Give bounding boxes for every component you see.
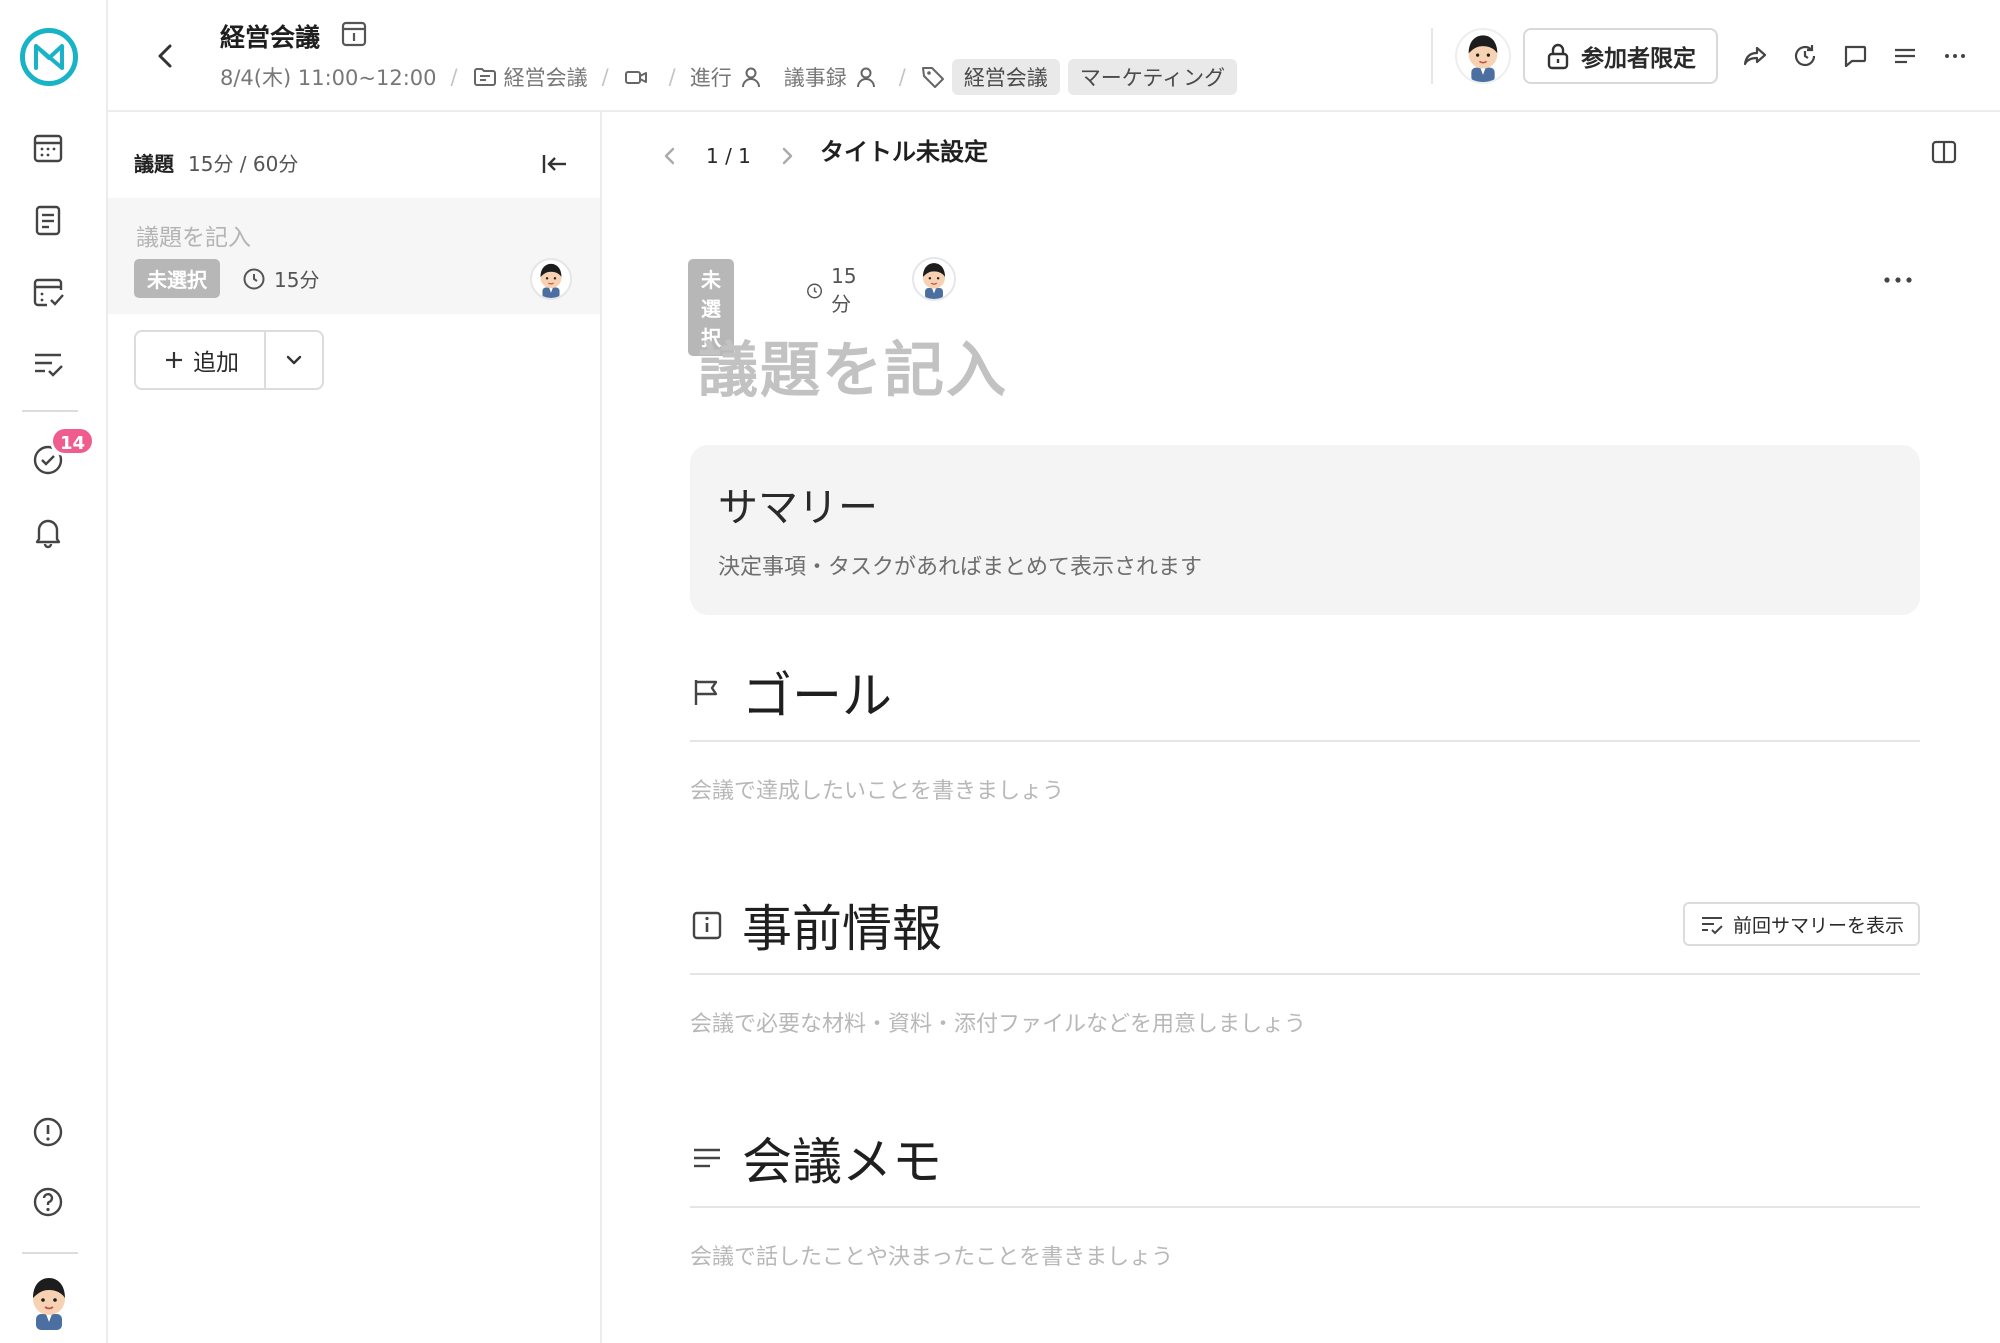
memo-input[interactable]: 会議で話したことや決まったことを書きましょう <box>690 1239 1173 1271</box>
task-list-icon[interactable] <box>30 346 66 382</box>
meta-separator: / <box>601 65 609 89</box>
check-circle-icon[interactable]: 14 <box>30 426 96 478</box>
facilitator-user-icon[interactable] <box>738 64 764 90</box>
calendar-check-icon[interactable] <box>30 274 66 310</box>
document-icon[interactable] <box>30 202 66 238</box>
more-icon[interactable] <box>1930 31 1980 81</box>
pager-count: 1 / 1 <box>706 144 751 168</box>
goal-input[interactable]: 会議で達成したいことを書きましょう <box>690 773 1064 805</box>
plus-icon <box>166 352 182 368</box>
agenda-panel: 議題 15分 / 60分 議題を記入 未選択 15分 追加 <box>108 112 602 1343</box>
outline-icon[interactable] <box>1880 31 1930 81</box>
summary-description: 決定事項・タスクがあればまとめて表示されます <box>718 555 1203 580</box>
meeting-meta-row: 8/4(木) 11:00~12:00 / 経営会議 / / 進行 議事録 / 経… <box>220 59 1245 95</box>
pre-info-heading: 事前情報 <box>690 890 942 960</box>
meta-separator: / <box>898 65 906 89</box>
lock-icon <box>1547 43 1569 70</box>
collapse-panel-icon[interactable] <box>538 148 570 180</box>
list-check-icon <box>1701 917 1723 935</box>
agenda-label: 議題 <box>134 152 174 176</box>
access-restriction-button[interactable]: 参加者限定 <box>1523 28 1718 84</box>
section-divider <box>690 1206 1920 1208</box>
tag-icon[interactable] <box>920 64 946 90</box>
meeting-info-icon[interactable] <box>340 20 368 48</box>
agenda-time-summary: 15分 / 60分 <box>188 152 299 176</box>
section-divider <box>690 973 1920 975</box>
minutes-user-icon[interactable] <box>853 64 879 90</box>
clock-icon <box>807 283 823 298</box>
app-logo-icon[interactable] <box>20 28 78 86</box>
topic-duration[interactable]: 15分 <box>806 264 863 317</box>
agenda-header: 議題 15分 / 60分 <box>134 148 298 177</box>
share-icon[interactable] <box>1730 31 1780 81</box>
rail-divider <box>22 410 78 412</box>
status-badge[interactable]: 未選択 <box>134 259 220 298</box>
meeting-header: 経営会議 8/4(木) 11:00~12:00 / 経営会議 / / 進行 議事… <box>108 0 2000 112</box>
left-rail: 14 <box>0 0 108 1343</box>
facilitator-label: 進行 <box>689 66 732 90</box>
summary-card: サマリー 決定事項・タスクがあればまとめて表示されます <box>690 445 1920 615</box>
memo-title: 会議メモ <box>742 1133 942 1191</box>
topic-pager: 1 / 1 <box>652 134 805 178</box>
assignee-avatar[interactable] <box>530 258 572 300</box>
header-divider <box>1431 28 1433 84</box>
topic-detail: 1 / 1 タイトル未設定 未選択 15分 議題を記入 サマリー 決定事項・タス… <box>602 112 2000 1343</box>
meeting-title[interactable]: 経営会議 <box>220 18 320 54</box>
pre-info-title: 事前情報 <box>742 900 942 958</box>
meta-separator: / <box>450 65 458 89</box>
meta-separator: / <box>668 65 676 89</box>
agenda-item-duration[interactable]: 15分 <box>242 264 319 293</box>
lines-icon <box>694 1148 720 1168</box>
video-icon[interactable] <box>623 64 649 90</box>
pre-info-input[interactable]: 会議で必要な材料・資料・添付ファイルなどを用意しましょう <box>690 1006 1306 1038</box>
folder-icon <box>472 64 498 90</box>
add-agenda-label: 追加 <box>193 350 239 376</box>
add-agenda-button[interactable]: 追加 <box>136 332 266 388</box>
access-restriction-label: 参加者限定 <box>1581 46 1696 72</box>
add-agenda-group: 追加 <box>134 330 324 390</box>
tag-chip[interactable]: マーケティング <box>1067 59 1238 95</box>
show-previous-summary-button[interactable]: 前回サマリーを表示 <box>1682 902 1920 946</box>
topic-more-icon[interactable] <box>1876 262 1920 298</box>
organizer-avatar[interactable] <box>1455 28 1511 84</box>
meeting-datetime[interactable]: 8/4(木) 11:00~12:00 <box>220 62 437 92</box>
tag-chip[interactable]: 経営会議 <box>951 59 1060 95</box>
minutes-label: 議事録 <box>783 66 847 90</box>
info-icon <box>692 911 722 940</box>
split-view-icon[interactable] <box>1928 136 1964 172</box>
user-avatar[interactable] <box>24 1272 74 1330</box>
rail-divider <box>22 1252 78 1254</box>
clock-icon <box>243 268 265 289</box>
section-divider <box>690 740 1920 742</box>
memo-heading: 会議メモ <box>690 1123 942 1193</box>
meeting-folder[interactable]: 経営会議 <box>504 62 588 92</box>
prev-topic-icon[interactable] <box>652 138 688 174</box>
bell-icon[interactable] <box>30 514 66 550</box>
topic-title-input[interactable]: 議題を記入 <box>698 322 1008 409</box>
assignee-avatar[interactable] <box>912 257 956 301</box>
notification-badge: 14 <box>50 426 96 456</box>
help-icon[interactable] <box>30 1184 66 1220</box>
page-title: タイトル未設定 <box>820 138 988 166</box>
goal-title: ゴール <box>742 667 892 725</box>
header-actions: 参加者限定 <box>1431 26 1980 86</box>
calendar-icon[interactable] <box>30 130 66 166</box>
duration-value: 15分 <box>274 268 320 292</box>
goal-heading: ゴール <box>690 657 892 727</box>
flag-icon <box>694 680 718 705</box>
duration-value: 15分 <box>831 264 857 316</box>
agenda-list-item[interactable]: 議題を記入 未選択 15分 <box>108 198 600 314</box>
history-icon[interactable] <box>1780 31 1830 81</box>
show-previous-summary-label: 前回サマリーを表示 <box>1732 914 1904 937</box>
summary-title: サマリー <box>718 485 878 531</box>
agenda-item-title: 議題を記入 <box>136 225 251 251</box>
feedback-icon[interactable] <box>30 1114 66 1150</box>
comment-icon[interactable] <box>1830 31 1880 81</box>
next-topic-icon[interactable] <box>769 138 805 174</box>
chevron-down-icon[interactable] <box>266 332 322 388</box>
back-button[interactable] <box>148 38 184 74</box>
